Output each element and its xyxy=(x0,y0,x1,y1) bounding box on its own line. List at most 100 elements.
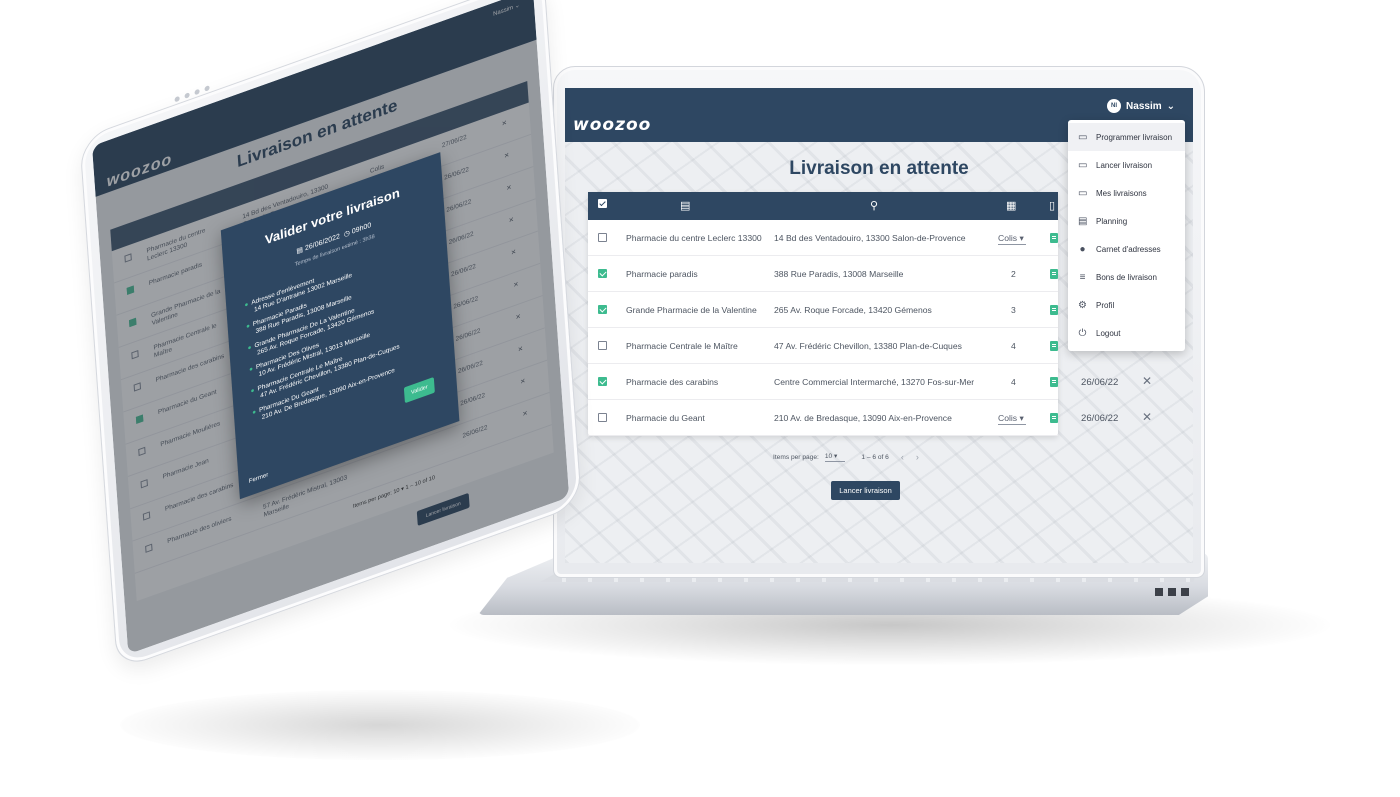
map-pin-icon: ● xyxy=(244,300,249,310)
map-pin-icon: ● xyxy=(247,343,252,353)
parcel-count: 3 xyxy=(1011,305,1016,315)
pharmacy-address: 388 Rue Paradis, 13008 Marseille xyxy=(774,269,904,279)
map-pin-icon: ● xyxy=(245,322,251,331)
laptop-screen: woozoo NI Nassim ⌄ Livraison en attente … xyxy=(565,88,1193,563)
table-header: ▤ ⚲ ▦ ▯ xyxy=(588,192,1058,220)
avatar: NI xyxy=(1107,99,1122,113)
dialog-time: 09h00 xyxy=(351,221,372,236)
calendar-icon: ▤ xyxy=(680,200,691,212)
remove-row-icon[interactable]: ✕ xyxy=(1142,410,1152,424)
parcel-select[interactable]: Colis ▾ xyxy=(998,413,1026,425)
menu-item-label: Logout xyxy=(1096,328,1121,338)
pharmacy-address: 14 Bd des Ventadouiro, 13300 Salon-de-Pr… xyxy=(774,233,966,243)
pharmacy-address: 210 Av. de Bredasque, 13090 Aix-en-Prove… xyxy=(774,413,952,423)
pharmacy-name: Pharmacie Centrale le Maître xyxy=(626,341,738,351)
parcel-select[interactable]: Colis ▾ xyxy=(998,233,1026,245)
chevron-down-icon: ⌄ xyxy=(1166,100,1175,112)
row-checkbox[interactable] xyxy=(598,341,607,350)
next-page-button[interactable]: › xyxy=(916,452,919,462)
table-row[interactable]: Pharmacie du centre Leclerc 13300 14 Bd d… xyxy=(588,220,1058,256)
map-pin-icon: ● xyxy=(248,365,254,374)
items-per-page-label: Items per page: xyxy=(773,453,819,461)
delivery-note-icon[interactable] xyxy=(1050,233,1058,245)
menu-item-label: Carnet d'adresses xyxy=(1096,244,1161,254)
menu-item-label: Mes livraisons xyxy=(1096,188,1147,198)
clock-icon: ◷ xyxy=(343,229,351,239)
menu-item-planning[interactable]: ▤ Planning xyxy=(1068,207,1185,235)
table-row[interactable]: Pharmacie des carabins Centre Commercial … xyxy=(588,364,1152,400)
row-checkbox[interactable] xyxy=(598,233,607,242)
table-row[interactable]: Pharmacie du Geant 210 Av. de Bredasque, … xyxy=(588,400,1152,436)
delivery-note-icon[interactable] xyxy=(1050,377,1058,389)
clipboard-icon: ▭ xyxy=(1078,131,1088,143)
map-pin-icon: ● xyxy=(250,386,255,396)
delivery-note-icon[interactable] xyxy=(1050,341,1058,353)
parcel-select-value: Colis xyxy=(998,413,1018,423)
user-menu-button[interactable]: NI Nassim ⌄ xyxy=(1107,99,1175,113)
calendar-icon: ▤ xyxy=(296,246,304,256)
menu-item-logout[interactable]: ⏻ Logout xyxy=(1068,319,1185,347)
pharmacy-address: 265 Av. Roque Forcade, 13420 Gémenos xyxy=(774,305,932,315)
user-name: Nassim xyxy=(1126,100,1162,112)
table-row[interactable]: Grande Pharmacie de la Valentine 265 Av. … xyxy=(588,292,1058,328)
grid-icon: ▦ xyxy=(1006,200,1017,212)
row-checkbox[interactable] xyxy=(598,377,607,386)
delivery-note-icon[interactable] xyxy=(1050,305,1058,317)
menu-item-label: Lancer livraison xyxy=(1096,160,1153,170)
table-row[interactable]: Pharmacie Centrale le Maître 47 Av. Frédé… xyxy=(588,328,1058,364)
pharmacy-address: 47 Av. Frédéric Chevillon, 13380 Plan-de… xyxy=(774,341,962,351)
pharmacy-name: Pharmacie des carabins xyxy=(626,377,719,387)
tablet-floor-shadow xyxy=(120,690,640,760)
menu-item-bons-de-livraison[interactable]: ≡ Bons de livraison xyxy=(1068,263,1185,291)
deliveries-table: ▤ ⚲ ▦ ▯ Pharmacie du centre Leclerc 1330… xyxy=(588,192,1152,436)
parcel-count: 2 xyxy=(1011,269,1016,279)
document-icon: ▯ xyxy=(1049,200,1056,212)
delivery-note-icon[interactable] xyxy=(1050,269,1058,281)
row-checkbox[interactable] xyxy=(598,269,607,278)
document-list-icon: ≡ xyxy=(1079,271,1086,283)
map-pin-icon: ⚲ xyxy=(870,200,879,212)
items-per-page-select[interactable]: 10 ▾ xyxy=(824,452,846,462)
laptop-ports xyxy=(1155,588,1191,596)
delivery-note-icon[interactable] xyxy=(1050,413,1058,425)
parcel-count: 4 xyxy=(1011,341,1016,351)
pharmacy-name: Pharmacie du centre Leclerc 13300 xyxy=(626,233,762,243)
delivery-date: 26/06/22 xyxy=(1081,377,1119,388)
menu-item-mes-livraisons[interactable]: ▭ Mes livraisons xyxy=(1068,179,1185,207)
map-pin-icon: ● xyxy=(251,408,257,417)
menu-item-label: Planning xyxy=(1096,216,1128,226)
launch-delivery-button[interactable]: Lancer livraison xyxy=(831,481,900,500)
select-all-checkbox[interactable] xyxy=(598,199,607,208)
calendar-icon: ▤ xyxy=(1078,215,1088,227)
row-checkbox[interactable] xyxy=(598,305,607,314)
map-pin-icon: ● xyxy=(1079,243,1086,255)
row-checkbox[interactable] xyxy=(598,413,607,422)
pharmacy-address: Centre Commercial Intermarché, 13270 Fos… xyxy=(774,377,975,387)
remove-row-icon[interactable]: ✕ xyxy=(1142,374,1152,388)
clipboard-search-icon: ▭ xyxy=(1078,187,1088,199)
parcel-select-value: Colis xyxy=(998,233,1018,243)
menu-item-carnet-d-adresses[interactable]: ● Carnet d'adresses xyxy=(1068,235,1185,263)
logo[interactable]: woozoo xyxy=(573,115,651,135)
clipboard-clock-icon: ▭ xyxy=(1078,159,1088,171)
menu-item-profil[interactable]: ⚙ Profil xyxy=(1068,291,1185,319)
pharmacy-name: Pharmacie paradis xyxy=(626,269,698,279)
pagination-range: 1 – 6 of 6 xyxy=(861,453,889,461)
pagination: Items per page: 10 ▾ 1 – 6 of 6 ‹ › xyxy=(773,452,919,462)
items-per-page-value: 10 xyxy=(824,453,833,460)
menu-item-lancer-livraison[interactable]: ▭ Lancer livraison xyxy=(1068,151,1185,179)
parcel-count: 4 xyxy=(1011,377,1016,387)
tablet-camera xyxy=(174,85,210,103)
table-row[interactable]: Pharmacie paradis 388 Rue Paradis, 13008 … xyxy=(588,256,1058,292)
delivery-date: 26/06/22 xyxy=(1081,413,1119,424)
previous-page-button[interactable]: ‹ xyxy=(901,452,904,462)
pharmacy-name: Grande Pharmacie de la Valentine xyxy=(626,305,757,315)
menu-item-programmer-livraison[interactable]: ▭ Programmer livraison xyxy=(1068,123,1185,151)
pharmacy-name: Pharmacie du Geant xyxy=(626,413,705,423)
user-settings-icon: ⚙ xyxy=(1078,299,1087,311)
close-button[interactable]: Fermer xyxy=(249,472,269,485)
menu-item-label: Bons de livraison xyxy=(1096,272,1157,282)
validate-button[interactable]: Valider xyxy=(403,376,435,404)
tablet-device: woozoo Nassim ⌄ Livraison en attente Pha… xyxy=(79,0,583,671)
user-dropdown-menu: ▭ Programmer livraison ▭ Lancer livraison ▭ M… xyxy=(1068,120,1185,351)
